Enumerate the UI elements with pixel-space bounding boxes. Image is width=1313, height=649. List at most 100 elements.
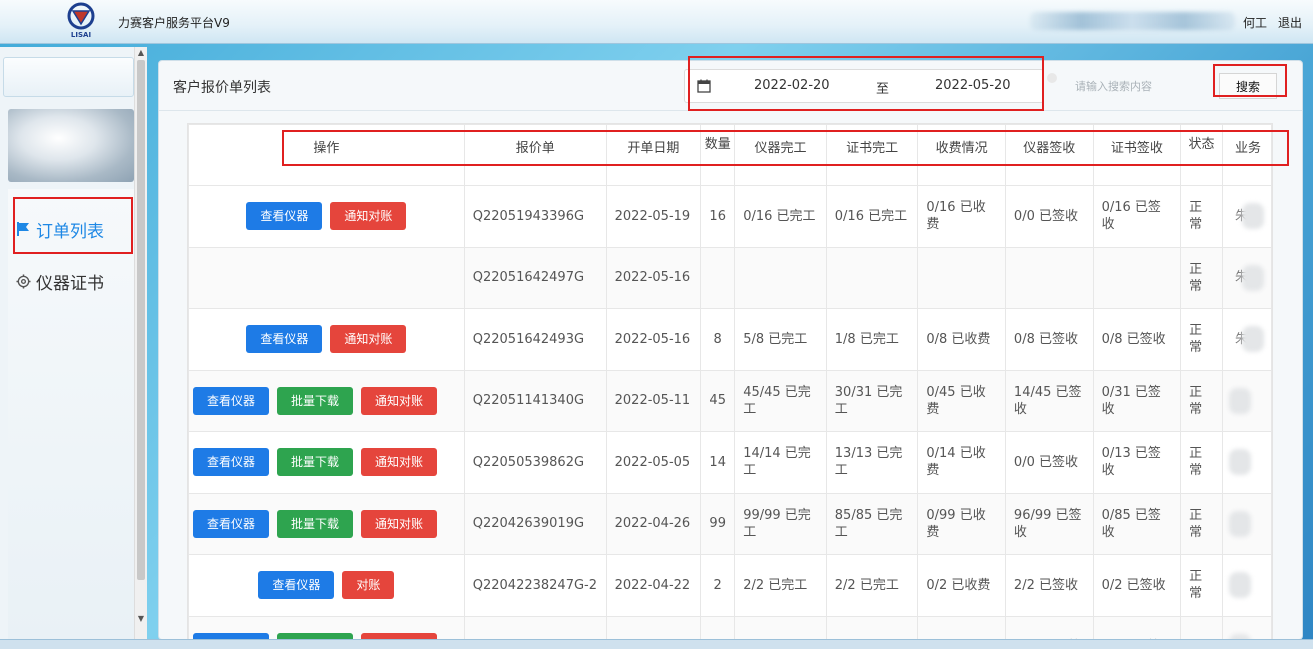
calendar-icon	[697, 79, 711, 93]
view-instruments-button[interactable]: 查看仪器	[193, 386, 270, 415]
cell-inst-done: 46/46 已完	[734, 615, 827, 639]
cell-qty: 8	[700, 308, 736, 371]
cell-inst-recv: 2/2 已签收	[1004, 554, 1094, 617]
logo-emblem-icon	[67, 2, 95, 30]
logout-link[interactable]: 退出	[1278, 14, 1302, 31]
cell-fee	[917, 246, 1006, 309]
cell-date: 2022-05-19	[605, 185, 702, 248]
blurred-rep-name	[1241, 326, 1264, 353]
cell-inst-done: 0/16 已完工	[734, 185, 827, 248]
notify-reconcile-button[interactable]: 通知对账	[330, 325, 407, 354]
cell-rep: 朱	[1221, 185, 1272, 248]
sidebar-item-instrument-cert[interactable]: 仪器证书	[16, 261, 134, 301]
user-name: 何工	[1243, 16, 1268, 30]
view-instruments-button[interactable]: 查看仪器	[246, 325, 323, 354]
cell-cert-done: 46/46 已完	[825, 615, 919, 639]
flag-icon	[16, 221, 36, 237]
blurred-rep-name	[1228, 510, 1251, 537]
cell-cert-done: 2/2 已完工	[825, 554, 919, 617]
cell-cert-done: 1/8 已完工	[825, 308, 919, 371]
table-row: 查看仪器批量下载通知对账2022-04-46/46 已完46/46 已完0/46…	[188, 615, 1272, 639]
cell-qty: 16	[700, 185, 736, 248]
cell-rep	[1221, 431, 1272, 494]
cell-cert-recv: 0/31 已签收	[1092, 369, 1182, 432]
search-input[interactable]	[1069, 71, 1217, 101]
cell-date: 2022-04-	[605, 615, 702, 639]
notify-reconcile-button[interactable]: 通知对账	[361, 448, 438, 477]
cell-qty: 99	[700, 492, 736, 555]
cell-date: 2022-05-11	[605, 369, 702, 432]
batch-download-button[interactable]: 批量下载	[277, 448, 354, 477]
view-instruments-button[interactable]: 查看仪器	[193, 509, 270, 538]
cell-quote: Q22051943396G	[463, 185, 607, 248]
cell-cert-recv: 0/13 已签收	[1092, 431, 1182, 494]
top-bar: LISAI 力赛客户服务平台V9 何工 退出	[0, 0, 1313, 44]
blurred-rep-name	[1228, 387, 1251, 414]
cell-cert-done	[825, 246, 919, 309]
scroll-up-arrow-icon[interactable]: ▲	[136, 48, 146, 57]
cell-fee: 0/45 已收费	[917, 369, 1006, 432]
col-header-operation: 操作	[188, 124, 465, 186]
cell-status: 正常	[1180, 308, 1223, 371]
cell-cert-recv: 0/46 已签	[1092, 615, 1182, 639]
date-start-input[interactable]: 2022-02-20	[754, 78, 830, 93]
sidebar-scrollbar-thumb[interactable]	[137, 60, 145, 580]
cell-cert-done: 13/13 已完工	[825, 431, 919, 494]
cell-cert-recv: 0/2 已签收	[1092, 554, 1182, 617]
sidebar-item-order-list[interactable]: 订单列表	[16, 209, 134, 249]
logo-text: LISAI	[70, 31, 92, 39]
table-row: 查看仪器 批量下载 通知对账 Q22051141340G 2022-05-11 45 45/…	[188, 369, 1272, 432]
cell-fee: 0/99 已收费	[917, 492, 1006, 555]
blurred-rep-name	[1241, 203, 1264, 230]
batch-download-button[interactable]: 批量下载	[277, 509, 354, 538]
gear-icon	[16, 273, 36, 289]
cell-rep	[1221, 615, 1272, 639]
quote-list-table: 操作 报价单 开单日期 数量 仪器完工 证书完工 收费情况 仪器签收 证书签收 …	[187, 123, 1273, 640]
view-instruments-button[interactable]: 查看仪器	[193, 448, 270, 477]
view-instruments-button[interactable]: 查看仪器	[246, 202, 323, 231]
col-header-quote: 报价单	[463, 124, 607, 186]
reconcile-button[interactable]: 对账	[342, 571, 395, 600]
col-header-qty: 数量	[700, 124, 736, 186]
cell-fee: 0/14 已收费	[917, 431, 1006, 494]
cell-qty	[700, 615, 736, 639]
notify-reconcile-button[interactable]: 通知对账	[330, 202, 407, 231]
sidebar-header-box	[3, 57, 134, 97]
batch-download-button[interactable]: 批量下载	[277, 386, 354, 415]
lisai-logo: LISAI	[64, 2, 98, 42]
cell-date: 2022-05-05	[605, 431, 702, 494]
sidebar-nav: 订单列表 仪器证书	[8, 189, 134, 639]
cell-cert-recv: 0/85 已签收	[1092, 492, 1182, 555]
scroll-down-arrow-icon[interactable]: ▼	[136, 614, 146, 623]
date-range-separator: 至	[876, 82, 890, 97]
cell-status: 正常	[1180, 492, 1223, 555]
table-row: 查看仪器 批量下载 通知对账 Q22042639019G 2022-04-26 99 99/…	[188, 492, 1272, 555]
search-button[interactable]: 搜索	[1219, 73, 1277, 99]
cell-qty: 45	[700, 369, 736, 432]
cell-qty: 2	[700, 554, 736, 617]
cell-inst-recv: 14/45 已签收	[1004, 369, 1094, 432]
cell-inst-recv: 96/99 已签收	[1004, 492, 1094, 555]
cell-qty: 14	[700, 431, 736, 494]
cell-quote	[463, 615, 607, 639]
cell-status: 正常	[1180, 369, 1223, 432]
cell-quote: Q22051141340G	[463, 369, 607, 432]
notify-reconcile-button[interactable]: 通知对账	[361, 386, 438, 415]
view-instruments-button[interactable]: 查看仪器	[258, 571, 335, 600]
table-row: 查看仪器 通知对账 Q22051943396G 2022-05-19 16 0/16 已完…	[188, 185, 1272, 248]
date-end-input[interactable]: 2022-05-20	[935, 78, 1011, 93]
cell-rep	[1221, 554, 1272, 617]
cell-status: 正常	[1180, 554, 1223, 617]
cell-operations: 查看仪器批量下载通知对账	[188, 369, 465, 432]
clear-date-icon[interactable]	[1047, 73, 1057, 83]
cell-status: 正常	[1180, 431, 1223, 494]
cell-fee: 0/46 已收	[917, 615, 1006, 639]
sidebar-item-label: 仪器证书	[36, 273, 104, 294]
cell-inst-recv: 0/0 已签收	[1004, 431, 1094, 494]
notify-reconcile-button[interactable]: 通知对账	[361, 509, 438, 538]
cell-qty	[700, 246, 736, 309]
cell-inst-done: 5/8 已完工	[734, 308, 827, 371]
quote-table: 操作 报价单 开单日期 数量 仪器完工 证书完工 收费情况 仪器签收 证书签收 …	[188, 124, 1272, 639]
cell-status: 正常	[1180, 246, 1223, 309]
date-range-picker[interactable]: 2022-02-20 至 2022-05-20	[684, 69, 1044, 103]
